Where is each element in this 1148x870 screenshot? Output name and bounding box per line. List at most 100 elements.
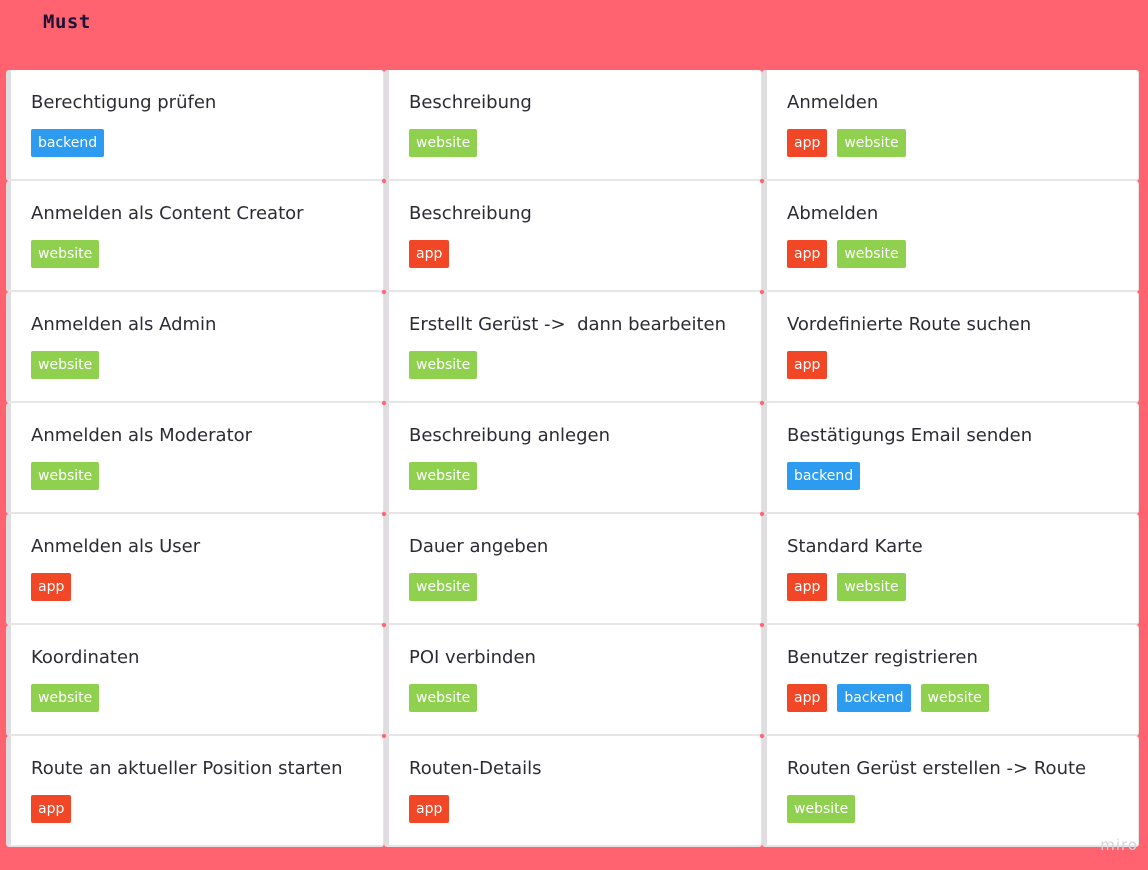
card-tags: app [409,795,761,823]
grid-junction-dot [382,401,386,405]
card-title: Vordefinierte Route suchen [787,314,1032,335]
grid-junction-dot [382,623,386,627]
tag-website[interactable]: website [31,351,100,379]
card-tags: app [31,573,383,601]
sticky-card[interactable]: Benutzer registrieren app backend website [762,625,1139,736]
card-tags: backend [787,462,1138,490]
tag-backend[interactable]: backend [787,462,861,490]
card-tags: backend [31,129,383,157]
card-title: Route an aktueller Position starten [31,758,343,779]
card-title: Anmelden [787,92,879,113]
card-title: Anmelden als Content Creator [31,203,304,224]
tag-website[interactable]: website [920,684,989,712]
card-tags: website [409,129,761,157]
sticky-card[interactable]: Route an aktueller Position starten app [6,736,384,847]
sticky-card[interactable]: Dauer angeben website [384,514,762,625]
tag-app[interactable]: app [409,240,450,268]
card-tags: website [31,462,383,490]
miro-watermark-logo: miro [1100,836,1138,854]
sticky-card[interactable]: Standard Karte app website [762,514,1139,625]
sticky-card[interactable]: Abmelden app website [762,181,1139,292]
tag-app[interactable]: app [787,240,828,268]
card-tags: app website [787,129,1138,157]
sticky-card[interactable]: Berechtigung prüfen backend [6,70,384,181]
tag-app[interactable]: app [787,129,828,157]
grid-junction-dot [382,290,386,294]
card-tags: app [31,795,383,823]
card-title: Benutzer registrieren [787,647,978,668]
tag-app[interactable]: app [787,573,828,601]
sticky-card[interactable]: Vordefinierte Route suchen app [762,292,1139,403]
card-tags: website [409,351,761,379]
card-title: Anmelden als Moderator [31,425,253,446]
tag-website[interactable]: website [409,573,478,601]
tag-website[interactable]: website [31,684,100,712]
tag-website[interactable]: website [787,795,856,823]
tag-app[interactable]: app [31,795,72,823]
sticky-card[interactable]: Anmelden als Content Creator website [6,181,384,292]
card-tags: app website [787,573,1138,601]
sticky-card[interactable]: Anmelden app website [762,70,1139,181]
sticky-card[interactable]: Beschreibung website [384,70,762,181]
grid-junction-dot [382,512,386,516]
grid-junction-dot [382,179,386,183]
card-tags: app [409,240,761,268]
card-title: Standard Karte [787,536,923,557]
card-title: Abmelden [787,203,879,224]
tag-website[interactable]: website [837,573,906,601]
card-tags: app backend website [787,684,1138,712]
tag-app[interactable]: app [31,573,72,601]
grid-junction-dot [760,401,764,405]
grid-junction-dot [760,512,764,516]
grid-junction-dot [760,734,764,738]
sticky-card[interactable]: Bestätigungs Email senden backend [762,403,1139,514]
grid-junction-dot [382,734,386,738]
tag-website[interactable]: website [409,462,478,490]
sticky-card[interactable]: Beschreibung app [384,181,762,292]
sticky-card[interactable]: Beschreibung anlegen website [384,403,762,514]
card-title: Beschreibung [409,92,532,113]
tag-website[interactable]: website [837,240,906,268]
sticky-card[interactable]: POI verbinden website [384,625,762,736]
tag-website[interactable]: website [31,462,100,490]
sticky-card[interactable]: Routen Gerüst erstellen -> Route website [762,736,1139,847]
sticky-card[interactable]: Koordinaten website [6,625,384,736]
card-title: Anmelden als User [31,536,201,557]
grid-junction-dot [760,179,764,183]
frame-title[interactable]: Must [43,11,91,33]
card-tags: website [409,684,761,712]
card-tags: website [409,573,761,601]
grid-junction-dot [760,623,764,627]
card-tags: website [31,240,383,268]
sticky-card[interactable]: Erstellt Gerüst -> dann bearbeiten websit… [384,292,762,403]
card-title: POI verbinden [409,647,536,668]
card-title: Koordinaten [31,647,140,668]
card-tags: website [31,351,383,379]
card-title: Erstellt Gerüst -> dann bearbeiten [409,314,727,335]
card-tags: website [409,462,761,490]
card-title: Beschreibung [409,203,532,224]
tag-backend[interactable]: backend [31,129,105,157]
card-title: Routen Gerüst erstellen -> Route [787,758,1087,779]
grid-junction-dot [760,290,764,294]
card-title: Dauer angeben [409,536,549,557]
tag-app[interactable]: app [787,351,828,379]
sticky-card[interactable]: Anmelden als Moderator website [6,403,384,514]
tag-website[interactable]: website [409,129,478,157]
card-tags: website [31,684,383,712]
sticky-card[interactable]: Routen-Details app [384,736,762,847]
tag-website[interactable]: website [837,129,906,157]
sticky-card[interactable]: Anmelden als Admin website [6,292,384,403]
card-title: Beschreibung anlegen [409,425,610,446]
tag-website[interactable]: website [31,240,100,268]
tag-website[interactable]: website [409,351,478,379]
sticky-card[interactable]: Anmelden als User app [6,514,384,625]
tag-website[interactable]: website [409,684,478,712]
card-tags: website [787,795,1138,823]
tag-backend[interactable]: backend [837,684,911,712]
tag-app[interactable]: app [787,684,828,712]
card-tags: app website [787,240,1138,268]
tag-app[interactable]: app [409,795,450,823]
card-title: Bestätigungs Email senden [787,425,1033,446]
card-tags: app [787,351,1138,379]
